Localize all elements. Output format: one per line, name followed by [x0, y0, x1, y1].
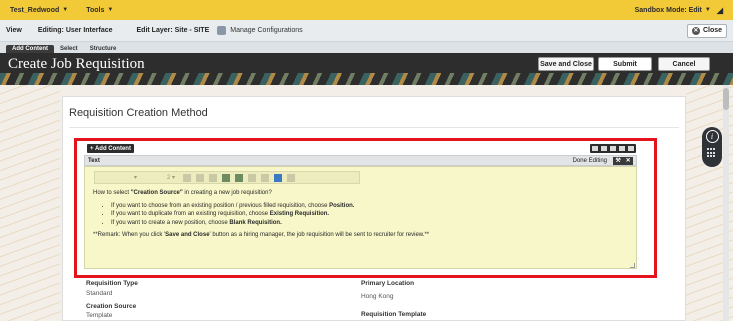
- requisition-template-label: Requisition Template: [361, 311, 427, 318]
- highlight-box: [74, 138, 657, 278]
- page-header: Create Job Requisition Save and Close Su…: [0, 53, 733, 85]
- requisition-type-value: Standard: [86, 290, 113, 297]
- creation-source-label: Creation Source: [86, 303, 137, 310]
- chevron-down-icon: ▼: [62, 7, 69, 13]
- chevron-down-icon: ▼: [107, 7, 114, 13]
- workspace-menu[interactable]: Test_Redwood ▼: [10, 7, 68, 14]
- save-and-close-button[interactable]: Save and Close: [538, 57, 594, 71]
- page-title: Create Job Requisition: [8, 56, 145, 72]
- tools-menu[interactable]: Tools ▼: [86, 7, 113, 14]
- composer-toolbar: View Editing: User Interface Edit Layer:…: [0, 20, 733, 42]
- configuration-icon: [217, 26, 227, 35]
- help-widget[interactable]: i: [702, 127, 722, 167]
- view-menu[interactable]: View: [6, 27, 22, 34]
- composer-tabs: Add Content Select Structure: [0, 42, 733, 53]
- creation-source-value: Template: [86, 312, 113, 319]
- sandbox-mode-menu[interactable]: Sandbox Mode: Edit ▼ ◢: [635, 6, 723, 15]
- primary-location-label: Primary Location: [361, 280, 415, 287]
- tools-label: Tools: [86, 6, 105, 14]
- tab-add-content[interactable]: Add Content: [6, 45, 54, 53]
- cancel-button[interactable]: Cancel: [658, 57, 710, 71]
- global-header: Test_Redwood ▼ Tools ▼ Sandbox Mode: Edi…: [0, 0, 733, 20]
- manage-configurations-link[interactable]: Manage Configurations: [217, 26, 303, 35]
- scrollbar[interactable]: [723, 85, 729, 321]
- scrollbar-thumb[interactable]: [723, 88, 729, 110]
- editing-label: Editing: User Interface: [37, 27, 113, 34]
- workspace-label: Test_Redwood: [10, 6, 60, 14]
- background-pattern: [0, 85, 60, 321]
- edit-layer-label: Edit Layer: Site - SITE: [136, 27, 210, 34]
- sandbox-mode-label: Sandbox Mode: Edit: [634, 6, 702, 14]
- keypad-icon[interactable]: [707, 148, 717, 158]
- submit-button[interactable]: Submit: [598, 57, 652, 71]
- close-icon: ✕: [691, 26, 700, 35]
- primary-location-value: Hong Kong: [361, 293, 394, 300]
- manage-configurations-label: Manage Configurations: [230, 27, 303, 34]
- tab-select[interactable]: Select: [54, 45, 84, 53]
- divider: [69, 127, 679, 128]
- header-decoration: [0, 73, 733, 85]
- section-heading: Requisition Creation Method: [69, 107, 208, 119]
- chevron-down-icon: ▼: [704, 7, 711, 13]
- tab-structure[interactable]: Structure: [84, 45, 123, 53]
- sandbox-icon: ◢: [716, 5, 723, 15]
- close-label: Close: [702, 27, 722, 34]
- requisition-type-label: Requisition Type: [86, 280, 138, 287]
- info-icon[interactable]: i: [705, 130, 719, 143]
- close-button[interactable]: ✕ Close: [686, 23, 727, 38]
